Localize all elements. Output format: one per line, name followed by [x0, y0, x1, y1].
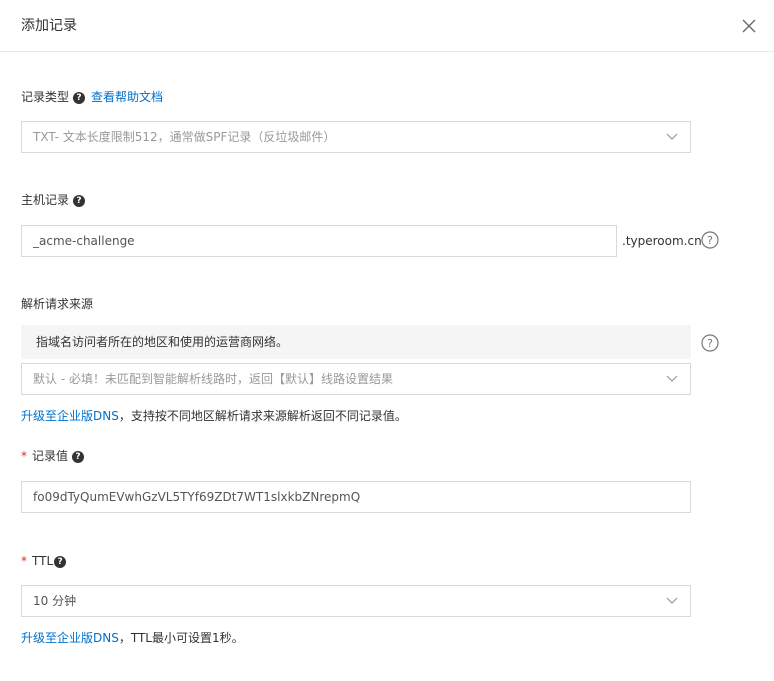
help-icon[interactable]: ? [73, 194, 86, 207]
required-mark: * [21, 449, 27, 463]
help-icon[interactable]: ? [73, 91, 86, 104]
ttl-note-text: ，TTL最小可设置1秒。 [118, 631, 244, 645]
required-mark: * [21, 554, 27, 568]
svg-text:?: ? [707, 234, 713, 247]
upgrade-enterprise-link[interactable]: 升级至企业版DNS [21, 409, 119, 423]
upgrade-note-text: ，支持按不同地区解析请求来源解析返回不同记录值。 [118, 409, 407, 423]
resolve-source-tip: 指域名访问者所在的地区和使用的运营商网络。 [21, 325, 691, 359]
help-icon[interactable]: ? [54, 555, 67, 568]
resolve-source-select[interactable]: 默认 - 必填！未匹配到智能解析线路时，返回【默认】线路设置结果 [21, 363, 691, 395]
upgrade-enterprise-link[interactable]: 升级至企业版DNS [21, 631, 119, 645]
record-value-label: 记录值 [32, 449, 69, 463]
resolve-source-value: 默认 - 必填！未匹配到智能解析线路时，返回【默认】线路设置结果 [33, 372, 393, 386]
dialog-header: 添加记录 [0, 0, 774, 52]
record-value-value: fo09dTyQumEVwhGzVL5TYf69ZDt7WT1slxkbZNre… [33, 490, 361, 504]
record-type-select[interactable]: TXT- 文本长度限制512，通常做SPF记录（反垃圾邮件） [21, 121, 691, 153]
record-type-label: 记录类型 [21, 90, 70, 104]
ttl-value: 10 分钟 [33, 594, 77, 608]
question-circle-icon[interactable]: ? [701, 231, 719, 249]
record-value-label-row: * 记录值? [21, 448, 85, 464]
record-value-input[interactable]: fo09dTyQumEVwhGzVL5TYf69ZDt7WT1slxkbZNre… [21, 481, 691, 513]
chevron-down-icon [666, 597, 678, 604]
help-doc-link[interactable]: 查看帮助文档 [91, 90, 163, 104]
ttl-select[interactable]: 10 分钟 [21, 585, 691, 617]
dialog-title: 添加记录 [21, 18, 77, 34]
record-type-label-row: 记录类型? 查看帮助文档 [21, 89, 163, 105]
resolve-source-label: 解析请求来源 [21, 297, 94, 311]
ttl-label: TTL [32, 554, 54, 568]
help-icon[interactable]: ? [72, 450, 85, 463]
host-record-value: _acme-challenge [33, 234, 135, 248]
question-circle-icon[interactable]: ? [701, 334, 719, 352]
record-type-value: TXT- 文本长度限制512，通常做SPF记录（反垃圾邮件） [33, 130, 336, 144]
host-record-input[interactable]: _acme-challenge [21, 225, 617, 257]
ttl-label-row: * TTL? [21, 553, 67, 569]
svg-text:?: ? [707, 337, 713, 350]
chevron-down-icon [666, 375, 678, 382]
chevron-down-icon [666, 133, 678, 140]
close-icon[interactable] [740, 17, 758, 35]
domain-suffix: .typeroom.cn [622, 234, 702, 248]
resolve-upgrade-note: 升级至企业版DNS，支持按不同地区解析请求来源解析返回不同记录值。 [21, 408, 407, 424]
ttl-upgrade-note: 升级至企业版DNS，TTL最小可设置1秒。 [21, 630, 244, 646]
host-record-label-row: 主机记录? [21, 192, 86, 208]
host-record-label: 主机记录 [21, 193, 70, 207]
